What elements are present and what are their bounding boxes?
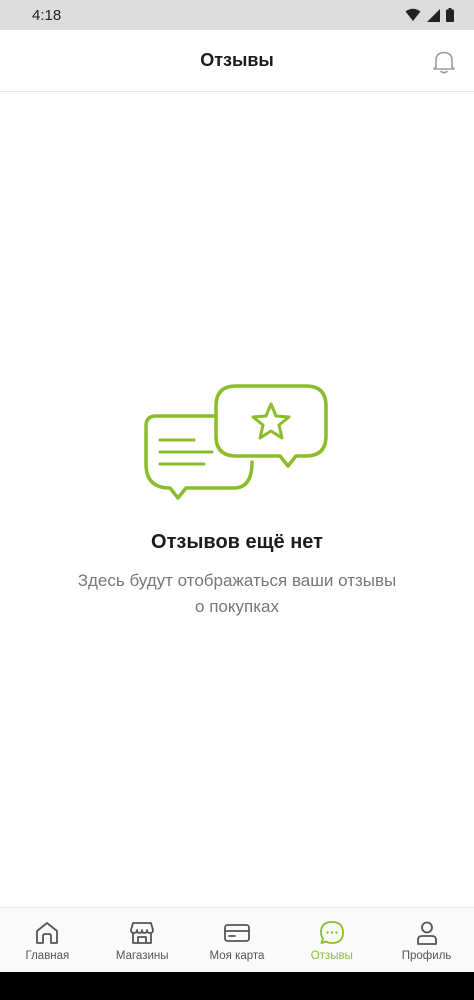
system-navigation-bar [0, 972, 474, 1000]
app-header: Отзывы [0, 30, 474, 92]
tab-label: Моя карта [209, 950, 265, 962]
empty-state: Отзывов ещё нет Здесь будут отображаться… [0, 380, 474, 620]
battery-icon [446, 8, 454, 22]
tab-stores[interactable]: Магазины [95, 908, 190, 972]
profile-icon [416, 921, 437, 945]
empty-state-subtitle: Здесь будут отображаться ваши отзывы о п… [77, 571, 397, 616]
status-icons [405, 8, 454, 22]
tab-my-card[interactable]: Моя карта [190, 908, 285, 972]
reviews-empty-illustration [144, 384, 328, 500]
store-icon [130, 922, 155, 944]
home-icon [36, 922, 59, 944]
signal-icon [427, 8, 440, 22]
tab-home[interactable]: Главная [0, 908, 95, 972]
tab-profile[interactable]: Профиль [379, 908, 474, 972]
empty-state-title: Отзывов ещё нет [151, 531, 323, 553]
tab-label: Профиль [401, 950, 452, 962]
chat-icon [319, 921, 344, 944]
status-time: 4:18 [32, 6, 62, 24]
wifi-icon [405, 8, 421, 21]
tab-label: Главная [25, 950, 70, 962]
bell-icon [433, 51, 455, 74]
tab-label: Магазины [115, 950, 169, 962]
status-bar: 4:18 [0, 0, 474, 30]
tab-reviews[interactable]: Отзывы [284, 908, 379, 972]
page-title: Отзывы [200, 50, 274, 70]
bottom-tab-bar: Главная Магазины Моя карта Отзывы Профил… [0, 907, 474, 972]
tab-label: Отзывы [310, 950, 353, 962]
notifications-button[interactable] [428, 46, 460, 78]
card-icon [224, 924, 250, 942]
